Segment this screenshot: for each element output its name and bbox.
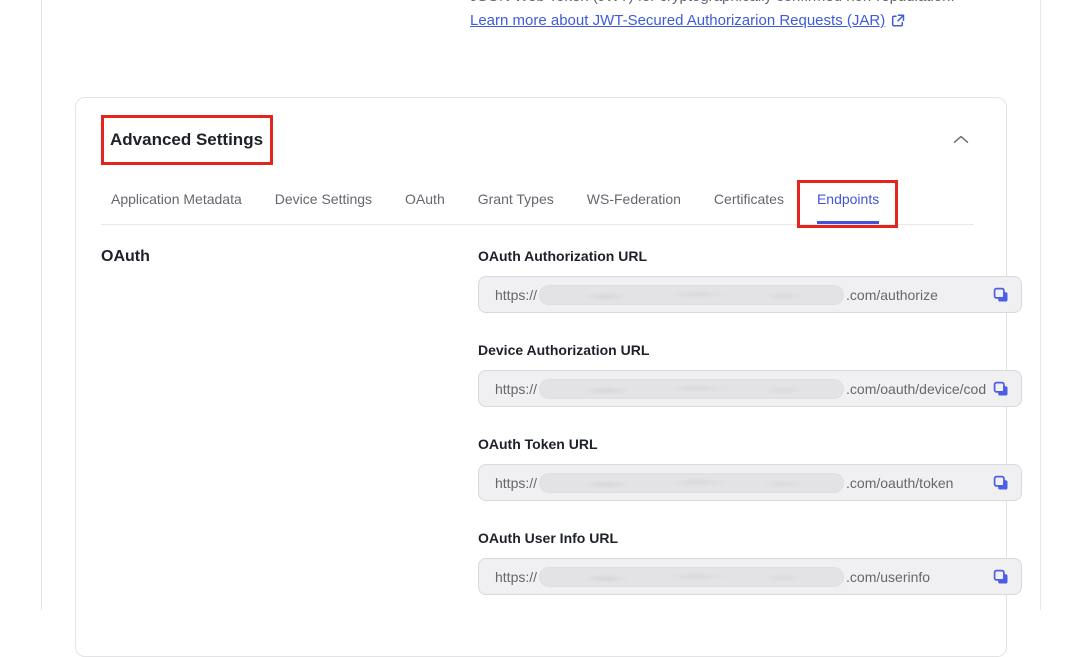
tab-application-metadata[interactable]: Application Metadata: [111, 177, 242, 224]
chevron-up-icon: [953, 135, 969, 144]
copy-icon: [992, 380, 1010, 398]
url-value: https:// .com/userinfo: [495, 567, 986, 587]
url-prefix: https://: [495, 569, 537, 585]
redacted-domain-blob: [539, 285, 844, 305]
annotation-box-advanced-settings: Advanced Settings: [101, 115, 273, 165]
url-input[interactable]: https:// .com/userinfo: [478, 558, 1022, 595]
tab-label: Endpoints: [817, 191, 879, 207]
url-input[interactable]: https:// .com/oauth/device/cod: [478, 370, 1022, 407]
redacted-domain-blob: [539, 473, 844, 493]
endpoint-field: OAuth Token URL https:// .com/oauth/toke…: [478, 436, 1022, 501]
redacted-domain-blob: [539, 567, 844, 587]
card-header: Advanced Settings: [76, 98, 1006, 165]
tab-oauth[interactable]: OAuth: [405, 177, 445, 224]
url-prefix: https://: [495, 287, 537, 303]
url-value: https:// .com/oauth/device/cod: [495, 379, 986, 399]
collapse-section-button[interactable]: [949, 131, 973, 148]
endpoint-fields: OAuth Authorization URL https:// .com/au…: [478, 248, 1022, 595]
endpoint-field-label: OAuth Token URL: [478, 436, 1022, 452]
tab-label: OAuth: [405, 191, 445, 207]
tab-bar: Application Metadata Device Settings OAu…: [101, 177, 974, 225]
copy-url-button[interactable]: [992, 474, 1010, 492]
card-title: Advanced Settings: [110, 130, 263, 150]
tab-label: WS-Federation: [587, 191, 681, 207]
copy-url-button[interactable]: [992, 286, 1010, 304]
endpoint-field: OAuth Authorization URL https:// .com/au…: [478, 248, 1022, 313]
copy-icon: [992, 568, 1010, 586]
url-input[interactable]: https:// .com/oauth/token: [478, 464, 1022, 501]
external-link-icon: [891, 14, 905, 28]
tab-device-settings[interactable]: Device Settings: [275, 177, 372, 224]
content-left-border: [41, 0, 42, 610]
url-suffix: .com/oauth/token: [846, 475, 953, 491]
url-prefix: https://: [495, 381, 537, 397]
oauth-section-heading: OAuth: [101, 248, 478, 595]
url-suffix: .com/oauth/device/cod: [846, 381, 986, 397]
endpoint-field-label: OAuth Authorization URL: [478, 248, 1022, 264]
tab-ws-federation[interactable]: WS-Federation: [587, 177, 681, 224]
learn-more-jar-link[interactable]: Learn more about JWT-Secured Authorizari…: [470, 11, 885, 31]
learn-more-row: Learn more about JWT-Secured Authorizari…: [470, 11, 905, 31]
advanced-settings-card: Advanced Settings Application Metadata D…: [75, 97, 1007, 657]
tab-endpoints[interactable]: Endpoints: [817, 177, 879, 224]
copy-url-button[interactable]: [992, 380, 1010, 398]
tab-label: Grant Types: [478, 191, 554, 207]
content-right-border: [1040, 0, 1041, 610]
copy-icon: [992, 474, 1010, 492]
jwt-description-text-clipped: JSON Web Token (JWT) for cryptographical…: [470, 0, 955, 7]
url-prefix: https://: [495, 475, 537, 491]
endpoint-field: OAuth User Info URL https:// .com/userin…: [478, 530, 1022, 595]
tab-label: Certificates: [714, 191, 784, 207]
copy-icon: [992, 286, 1010, 304]
tab-grant-types[interactable]: Grant Types: [478, 177, 554, 224]
endpoint-field-label: Device Authorization URL: [478, 342, 1022, 358]
tab-certificates[interactable]: Certificates: [714, 177, 784, 224]
tab-label: Application Metadata: [111, 191, 242, 207]
endpoints-panel: OAuth OAuth Authorization URL https:// .…: [76, 225, 1006, 615]
url-suffix: .com/userinfo: [846, 569, 930, 585]
copy-url-button[interactable]: [992, 568, 1010, 586]
endpoint-field: Device Authorization URL https:// .com/o…: [478, 342, 1022, 407]
redacted-domain-blob: [539, 379, 844, 399]
url-value: https:// .com/oauth/token: [495, 473, 986, 493]
url-suffix: .com/authorize: [846, 287, 938, 303]
tab-label: Device Settings: [275, 191, 372, 207]
endpoint-field-label: OAuth User Info URL: [478, 530, 1022, 546]
url-value: https:// .com/authorize: [495, 285, 986, 305]
url-input[interactable]: https:// .com/authorize: [478, 276, 1022, 313]
